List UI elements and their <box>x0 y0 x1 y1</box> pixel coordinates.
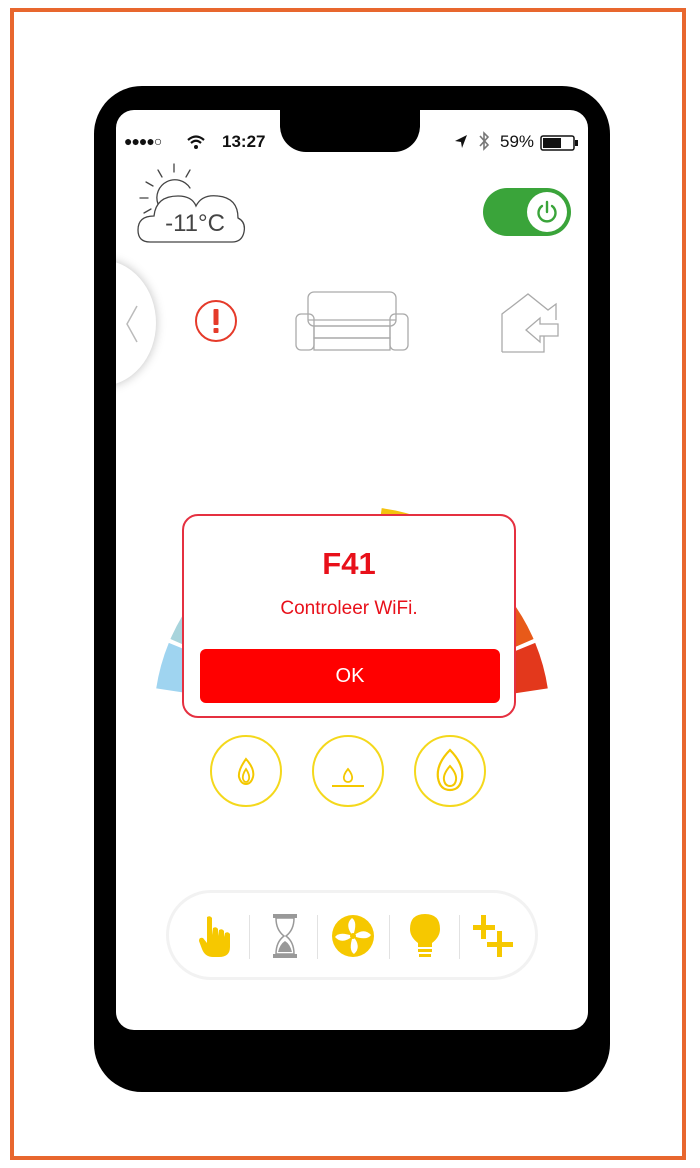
mode-high-button[interactable] <box>414 735 486 807</box>
light-button[interactable] <box>399 909 451 963</box>
timer-button[interactable] <box>259 909 311 963</box>
fan-button[interactable] <box>327 909 379 963</box>
phone-notch <box>280 104 420 152</box>
ok-button[interactable]: OK <box>200 649 500 703</box>
toolbar-divider <box>249 915 250 959</box>
toolbar-divider <box>317 915 318 959</box>
hourglass-icon <box>273 914 297 958</box>
fan-icon <box>332 915 374 957</box>
pilot-flame-icon <box>332 767 364 787</box>
plus-plus-icon <box>473 915 513 957</box>
error-message: Controleer WiFi. <box>280 598 418 619</box>
hand-icon <box>199 916 230 957</box>
bottom-toolbar <box>166 890 538 980</box>
toolbar-divider <box>459 915 460 959</box>
extras-button[interactable] <box>467 909 519 963</box>
mode-pilot-button[interactable] <box>312 735 384 807</box>
bulb-icon <box>410 914 440 957</box>
manual-mode-button[interactable] <box>189 909 241 963</box>
toolbar-divider <box>389 915 390 959</box>
error-code: F41 <box>322 546 376 581</box>
flame-low-icon <box>237 757 255 786</box>
error-dialog: F41 Controleer WiFi. OK <box>182 514 516 718</box>
mode-low-button[interactable] <box>210 735 282 807</box>
flame-high-icon <box>436 748 464 792</box>
